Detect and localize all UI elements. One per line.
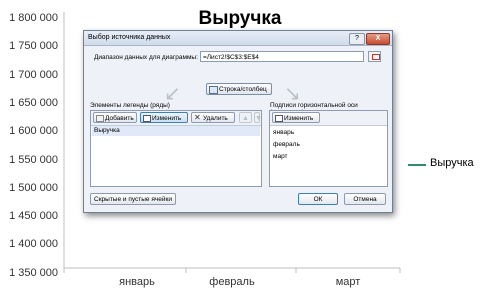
- x-tick-label: январь: [119, 276, 155, 288]
- range-select-icon[interactable]: [368, 51, 381, 62]
- add-series-label: Добавить: [105, 115, 134, 122]
- legend-label: Выручка: [430, 157, 474, 169]
- y-tick-label: 1 550 000: [9, 153, 58, 166]
- x-tick-label: март: [335, 276, 361, 288]
- add-series-button[interactable]: Добавить: [93, 112, 137, 123]
- y-tick-label: 1 750 000: [9, 40, 58, 53]
- y-tick-label: 1 700 000: [9, 68, 58, 81]
- hidden-empty-cells-button[interactable]: Скрытые и пустые ячейки: [90, 193, 176, 205]
- series-list-item[interactable]: Выручка: [92, 126, 260, 136]
- arrow-right-icon: ↘: [284, 81, 301, 105]
- dialog-titlebar[interactable]: Выбор источника данных ? X: [84, 31, 392, 46]
- close-button[interactable]: X: [366, 33, 390, 45]
- x-tick-label: февраль: [209, 276, 255, 288]
- y-tick-label: 1 650 000: [9, 96, 58, 109]
- legend-entries-panel: Добавить Изменить ✕ Удалить ▲ ▼ Выручка: [90, 110, 262, 187]
- category-list-item[interactable]: февраль: [273, 141, 300, 148]
- edit-axis-labels-button[interactable]: Изменить: [272, 112, 320, 123]
- add-icon: [96, 115, 104, 122]
- cancel-button[interactable]: Отмена: [344, 193, 386, 205]
- arrow-left-icon: ↙: [164, 81, 181, 105]
- edit-icon: [275, 115, 283, 122]
- legend-line-marker: [408, 164, 426, 166]
- y-tick-label: 1 500 000: [9, 181, 58, 194]
- edit-axis-labels-label: Изменить: [284, 115, 314, 122]
- switch-icon: [209, 86, 218, 94]
- switch-row-column-label: Строка/столбец: [219, 86, 267, 93]
- category-list-item[interactable]: март: [273, 153, 288, 160]
- dialog-title: Выбор источника данных: [88, 34, 171, 41]
- legend-entries-toolbar: Добавить Изменить ✕ Удалить ▲ ▼: [91, 111, 262, 126]
- axis-labels-panel: Изменить январь февраль март: [269, 110, 388, 187]
- y-tick-label: 1 450 000: [9, 210, 58, 223]
- y-tick-label: 1 400 000: [9, 238, 58, 251]
- ok-button[interactable]: ОК: [298, 193, 338, 205]
- category-list-item[interactable]: январь: [273, 129, 294, 136]
- chart-data-range-input[interactable]: =Лист2!$C$3:$E$4: [200, 51, 364, 62]
- chart-title: Выручка: [198, 8, 282, 29]
- range-label: Диапазон данных для диаграммы:: [94, 54, 198, 61]
- move-down-button[interactable]: ▼: [254, 112, 262, 123]
- edit-series-label: Изменить: [152, 115, 182, 122]
- y-tick-label: 1 600 000: [9, 125, 58, 138]
- delete-series-button[interactable]: ✕ Удалить: [191, 112, 235, 123]
- move-up-button[interactable]: ▲: [239, 112, 252, 123]
- delete-series-label: Удалить: [203, 115, 228, 122]
- legend-entries-label: Элементы легенды (ряды): [90, 102, 170, 109]
- help-button[interactable]: ?: [349, 33, 365, 45]
- edit-series-button[interactable]: Изменить: [140, 112, 188, 123]
- select-data-source-dialog: Выбор источника данных ? X Диапазон данн…: [83, 30, 393, 213]
- switch-row-column-button[interactable]: Строка/столбец: [206, 83, 272, 95]
- y-tick-label: 1 800 000: [9, 12, 58, 24]
- y-tick-label: 1 350 000: [9, 266, 58, 279]
- delete-icon: ✕: [194, 113, 201, 122]
- axis-labels-toolbar: Изменить: [270, 111, 387, 126]
- edit-icon: [143, 115, 151, 122]
